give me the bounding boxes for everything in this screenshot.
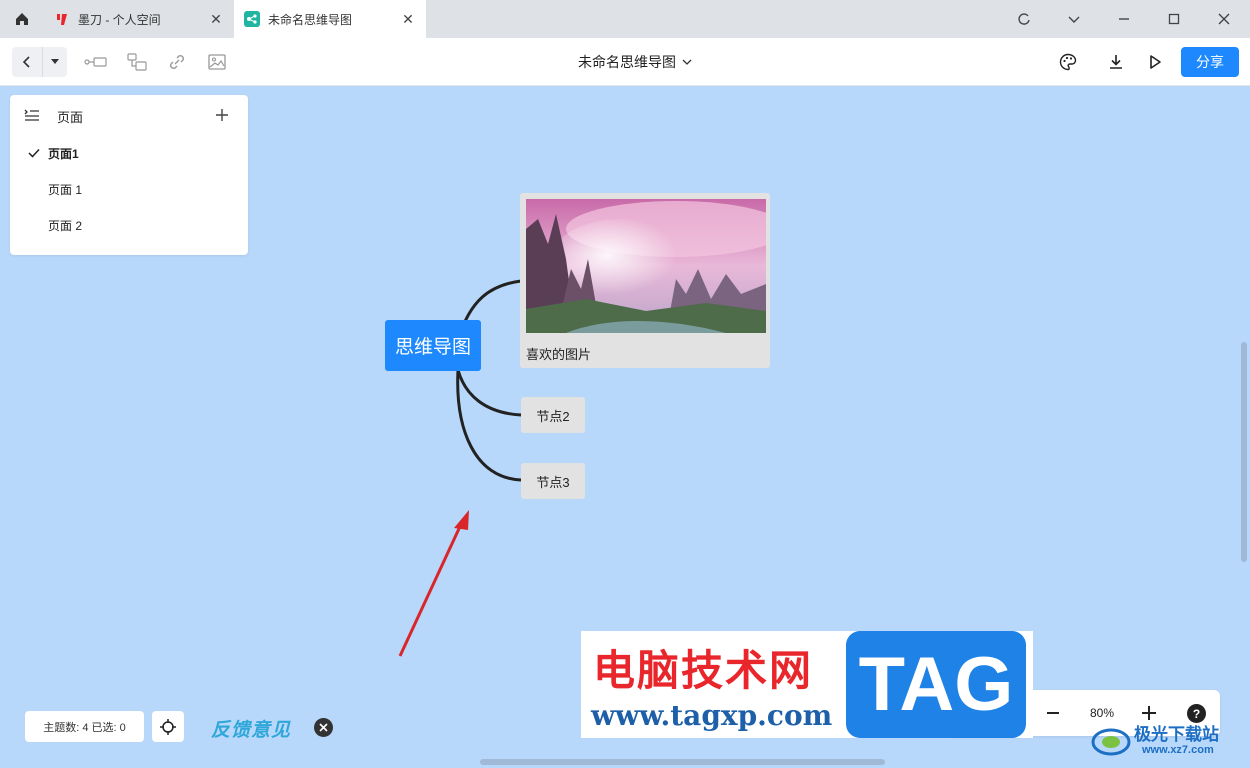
caret-down-icon [51,59,59,64]
page-item[interactable]: 页面 1 [10,171,248,207]
sibling-node-icon [84,57,107,67]
page-item[interactable]: 页面 2 [10,207,248,243]
close-window-button[interactable] [1199,0,1249,38]
home-icon [16,13,28,25]
close-icon [319,723,328,732]
horizontal-scrollbar[interactable] [480,759,885,765]
watermark-xz7: 极光下载站 www.xz7.com [1090,718,1240,762]
aurora-logo-icon [1091,728,1131,756]
insert-sibling-button[interactable] [84,50,108,74]
page-item[interactable]: 页面1 [10,135,248,171]
connector-node3 [456,369,522,482]
insert-link-button[interactable] [165,50,189,74]
add-page-icon[interactable] [214,107,230,123]
play-icon [1150,55,1161,69]
link-icon [170,55,184,69]
pages-panel-header: 页面 [10,95,248,135]
close-tab-icon[interactable]: ✕ [208,11,224,27]
topic-node-3[interactable]: 节点3 [521,463,585,499]
vertical-scrollbar[interactable] [1241,342,1247,562]
watermark-tagxp: 电脑技术网 www.tagxp.com TAG [581,631,1033,738]
close-tab-icon[interactable]: ✕ [400,11,416,27]
annotation-arrow [398,519,465,657]
dropdown-button[interactable] [1049,0,1099,38]
check-icon [28,148,40,158]
zoom-out-button[interactable] [1042,702,1064,724]
minus-icon [1047,712,1059,714]
back-button[interactable] [12,47,42,77]
maximize-icon [1168,13,1180,25]
connector-node2 [456,369,522,417]
chevron-left-icon [22,56,30,68]
close-icon [1218,13,1230,25]
topic-node-2[interactable]: 节点2 [521,397,585,433]
chevron-down-icon [682,59,692,65]
tab-mindmap[interactable]: 未命名思维导图 ✕ [234,0,426,38]
refresh-icon [1018,13,1030,25]
editor-toolbar: 未命名思维导图 分享 [0,38,1250,86]
insert-child-button[interactable] [125,50,149,74]
watermark-site-url: www.xz7.com [1142,744,1214,756]
page-item-label: 页面1 [48,147,79,161]
back-button-group [12,47,67,77]
page-item-label: 页面 2 [48,219,83,233]
watermark-site-name: 极光下载站 [1134,725,1219,744]
list-menu-icon[interactable] [24,107,40,123]
page-item-label: 页面 1 [48,183,83,197]
image-node-caption: 喜欢的图片 [526,347,592,362]
minimize-button[interactable] [1099,0,1149,38]
maximize-button[interactable] [1149,0,1199,38]
topic-count-status: 主题数: 4 已选: 0 [25,711,144,742]
tab-title: 墨刀 - 个人空间 [78,12,161,27]
share-button[interactable]: 分享 [1181,47,1239,77]
palette-icon [1059,53,1077,71]
tab-title: 未命名思维导图 [268,12,353,27]
locate-center-button[interactable] [152,711,184,742]
feedback-link[interactable]: 反馈意见 [211,715,291,742]
watermark-url: www.tagxp.com [591,699,833,732]
modao-logo-icon [54,11,70,27]
watermark-tag-logo: TAG [846,631,1026,738]
tab-bar: 墨刀 - 个人空间 ✕ 未命名思维导图 ✕ [0,0,1250,38]
document-title-dropdown[interactable]: 未命名思维导图 [560,50,710,74]
refresh-button[interactable] [999,0,1049,38]
theme-button[interactable] [1056,50,1080,74]
fantasy-landscape-image [526,199,766,333]
insert-image-button[interactable] [205,50,229,74]
chevron-down-icon [1068,16,1080,23]
present-button[interactable] [1143,50,1167,74]
child-node-icon [127,53,147,71]
watermark-cn-text: 电脑技术网 [593,647,814,694]
document-title: 未命名思维导图 [578,54,676,70]
history-dropdown-button[interactable] [42,47,67,77]
minimize-icon [1119,18,1129,20]
download-button[interactable] [1104,50,1128,74]
home-button[interactable] [0,0,44,38]
image-topic-node[interactable]: 喜欢的图片 [520,193,770,368]
pages-panel-title: 页面 [57,110,84,125]
root-topic-node[interactable]: 思维导图 [385,320,481,371]
close-feedback-button[interactable] [314,718,333,737]
download-icon [1110,55,1122,69]
mindmap-app-icon [244,11,260,27]
pages-panel: 页面 页面1 页面 1 页面 2 [10,95,248,255]
image-icon [208,54,226,70]
crosshair-icon [160,718,176,735]
tab-personal-space[interactable]: 墨刀 - 个人空间 ✕ [44,0,234,38]
